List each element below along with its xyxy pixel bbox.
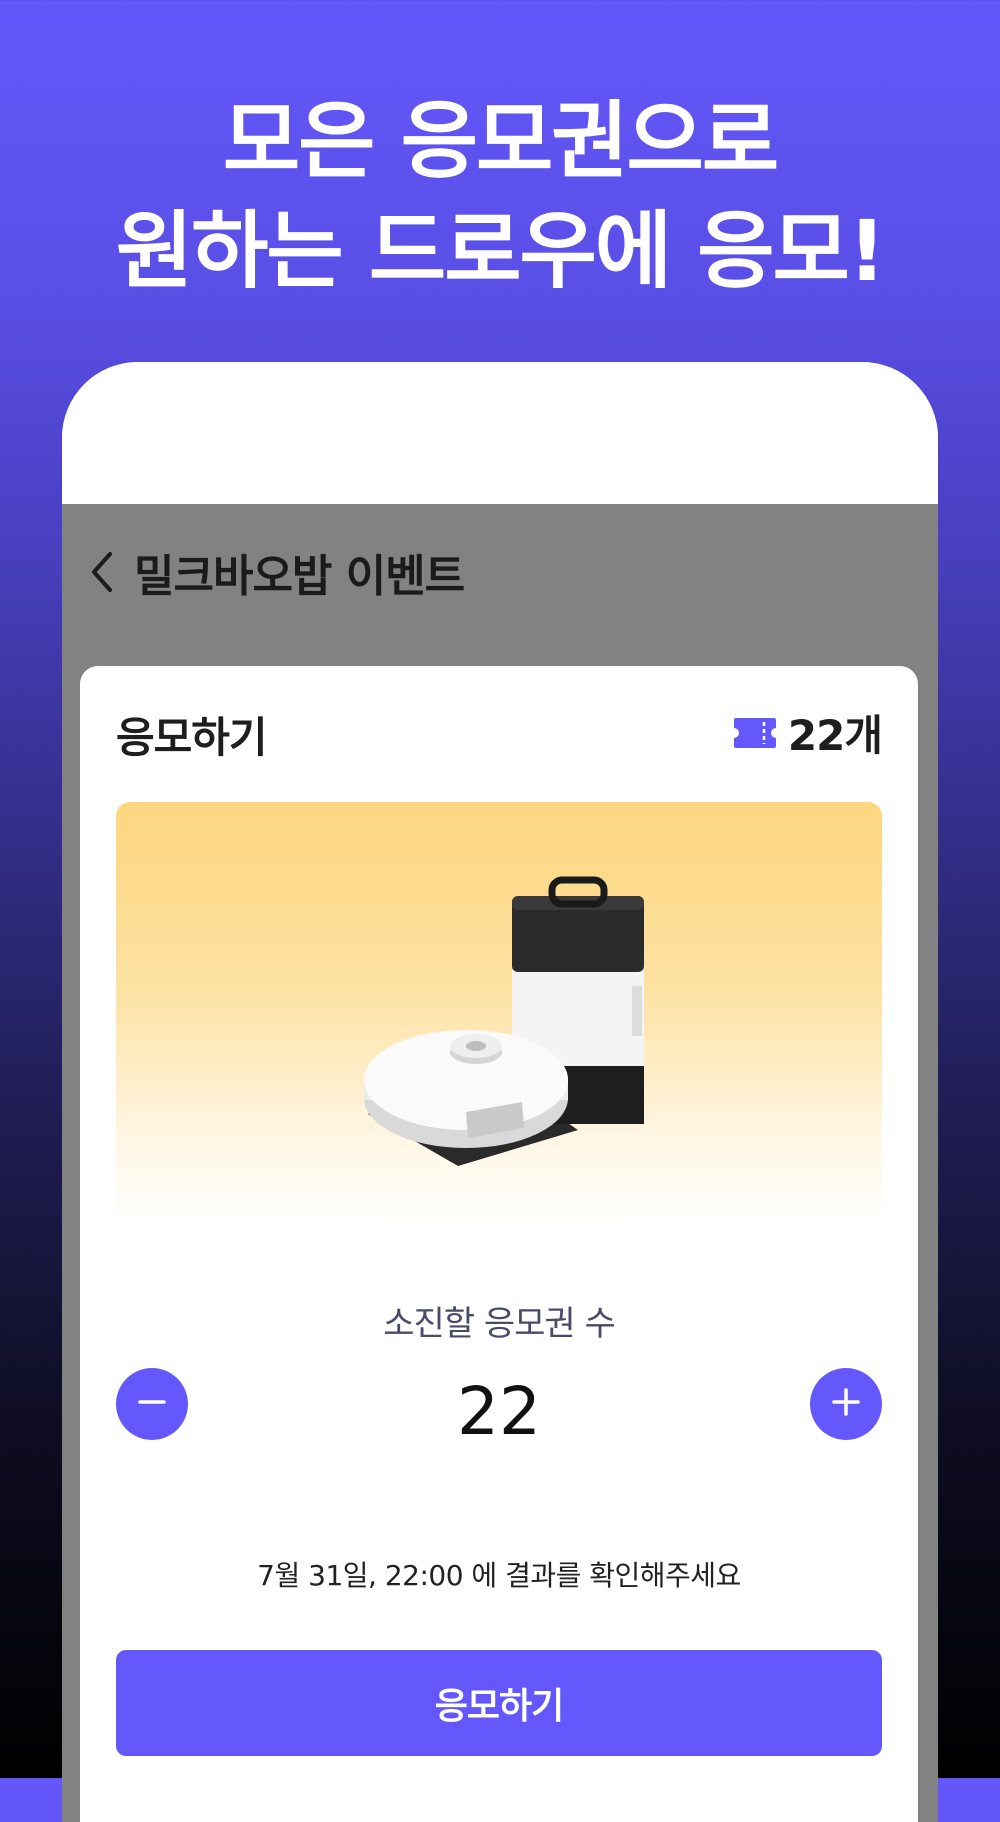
- ticket-icon: [732, 716, 778, 750]
- result-date-note: 7월 31일, 22:00 에 결과를 확인해주세요: [257, 1559, 741, 1592]
- product-image: [364, 876, 644, 1166]
- sheet-title: 응모하기: [116, 713, 268, 762]
- headline: 모은 응모권으로 원하는 드로우에 응모!: [0, 86, 1000, 306]
- ticket-balance: 22개: [732, 702, 883, 763]
- plus-icon: [826, 1382, 866, 1426]
- navbar: 밀크바오밥 이벤트: [88, 542, 465, 602]
- ticket-quantity-value: 22: [457, 1373, 541, 1450]
- increase-button[interactable]: [810, 1368, 882, 1440]
- chevron-left-icon[interactable]: [88, 547, 124, 597]
- headline-line-1: 모은 응모권으로: [222, 92, 779, 190]
- ticket-usage-label: 소진할 응모권 수: [383, 1304, 616, 1344]
- phone-status-area: [62, 362, 938, 504]
- product-card: [116, 802, 882, 1222]
- headline-line-2: 원하는 드로우에 응모!: [115, 202, 886, 300]
- ticket-count: 22개: [787, 711, 883, 760]
- apply-button[interactable]: 응모하기: [116, 1650, 882, 1756]
- apply-sheet: 응모하기 22개 소진할 응모권 수 22 7월 31일, 22:00 에 결과…: [80, 666, 918, 1822]
- app-screen-dimmed: 밀크바오밥 이벤트 응모하기 22개 소진할 응모권 수 22 7월 31일, …: [62, 504, 938, 1822]
- page-title: 밀크바오밥 이벤트: [134, 551, 465, 602]
- phone-mockup: 밀크바오밥 이벤트 응모하기 22개 소진할 응모권 수 22 7월 31일, …: [62, 362, 938, 1822]
